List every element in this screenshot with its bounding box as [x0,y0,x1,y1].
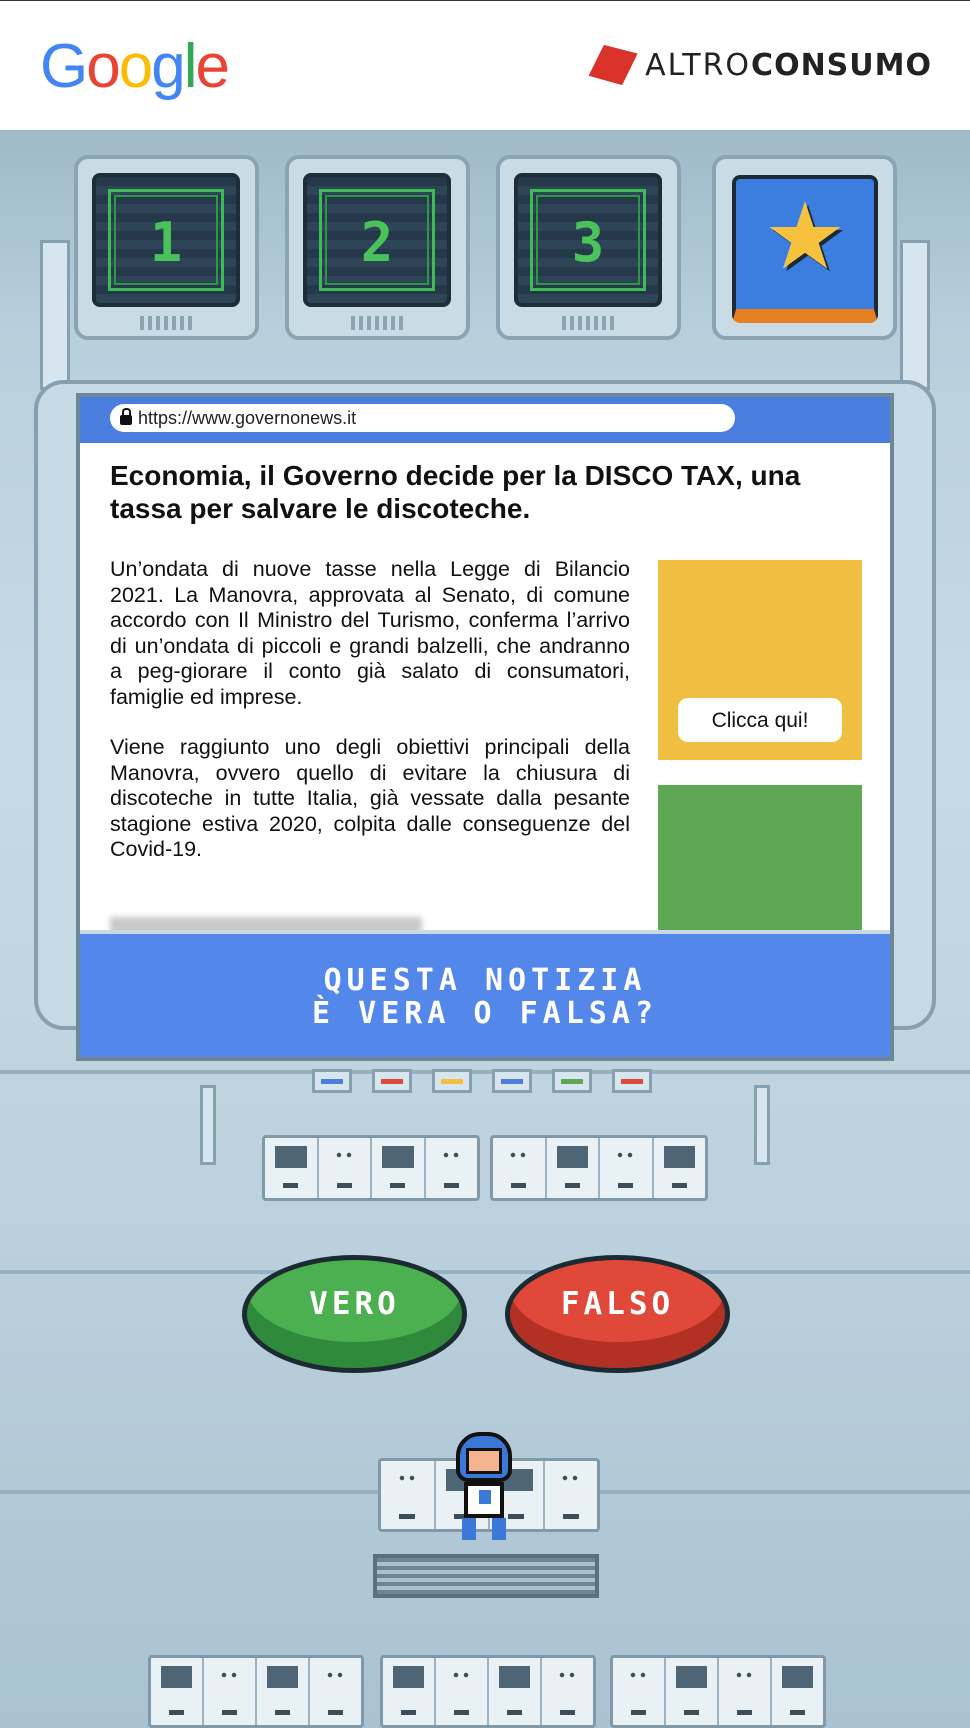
false-button[interactable]: FALSO [505,1255,730,1373]
indicator-lights [312,1069,652,1093]
level-number: 2 [360,211,394,274]
lock-icon [120,408,132,425]
altroconsumo-logo-part1: ALTRO [645,47,752,83]
monitor-vent [562,316,614,330]
level-number: 1 [149,211,183,274]
level-monitor-2: 2 [285,155,470,340]
monitor-vent [140,316,192,330]
google-logo-letter: o [118,32,154,101]
indicator-light [312,1069,352,1093]
app-header: Google ALTRO CONSUMO [0,0,970,130]
level-number: 3 [571,211,605,274]
ad-banner-green [658,785,862,935]
console-panel [380,1655,596,1728]
false-button-label: FALSO [560,1286,675,1322]
google-logo-letter: G [40,32,88,101]
url-field: https://www.governonews.it [110,404,735,432]
indicator-light [492,1069,532,1093]
question-line-1: QUESTA NOTIZIA [323,963,647,998]
level-monitor-star: ★ [712,155,897,340]
player-character [452,1432,516,1542]
console-panel [610,1655,826,1728]
pipe [200,1085,216,1165]
google-logo-letter: g [151,32,186,101]
floor-grille [373,1554,599,1598]
url-text: https://www.governonews.it [138,407,357,428]
article-paragraph: Viene raggiunto uno degli obiettivi prin… [110,735,630,861]
google-logo: Google [40,31,230,102]
pipe [40,240,70,390]
level-monitor-3: 3 [496,155,681,340]
true-button-label: VERO [309,1286,400,1322]
indicator-light [552,1069,592,1093]
question-text: QUESTA NOTIZIA È VERA O FALSA? [80,964,890,1030]
browser-address-bar: https://www.governonews.it [80,397,890,443]
fake-browser-window: https://www.governonews.it Economia, il … [76,393,894,1061]
google-logo-letter: l [183,32,198,101]
star-icon: ★ [763,186,847,288]
question-bar: QUESTA NOTIZIA È VERA O FALSA? [80,930,890,1057]
altroconsumo-mark-icon [587,44,639,85]
indicator-light [612,1069,652,1093]
indicator-light [432,1069,472,1093]
pipe [900,240,930,390]
console-panel [148,1655,364,1728]
console-panel [262,1135,480,1201]
console-panel [490,1135,708,1201]
google-logo-letter: e [195,32,230,101]
wall-line [0,1270,970,1274]
level-monitor-1: 1 [74,155,259,340]
google-logo-letter: o [86,32,121,101]
question-line-2: È VERA O FALSA? [312,996,658,1031]
monitor-vent [351,316,403,330]
article-body: Un’ondata di nuove tasse nella Legge di … [110,557,630,888]
bonus-level-box: ★ [732,175,878,323]
altroconsumo-logo: ALTRO CONSUMO [593,45,932,85]
true-button[interactable]: VERO [242,1255,467,1373]
pipe [754,1085,770,1165]
ad-click-button[interactable]: Clicca qui! [678,698,842,742]
article-paragraph: Un’ondata di nuove tasse nella Legge di … [110,557,630,709]
altroconsumo-logo-part2: CONSUMO [751,47,932,83]
article-headline: Economia, il Governo decide per la DISCO… [110,460,801,524]
indicator-light [372,1069,412,1093]
ad-banner-yellow: Clicca qui! [658,560,862,760]
